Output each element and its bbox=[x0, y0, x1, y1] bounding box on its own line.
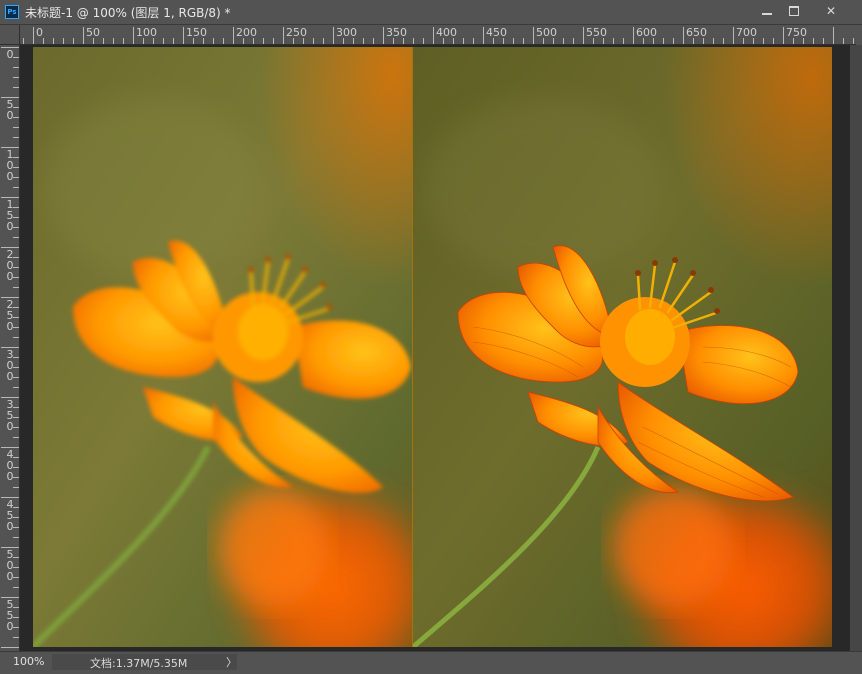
ruler-h-label: 150 bbox=[186, 26, 207, 39]
ruler-h-label: 0 bbox=[36, 26, 43, 39]
document-canvas[interactable] bbox=[33, 47, 832, 647]
ruler-v-label: 50 bbox=[6, 98, 14, 122]
ruler-h-label: 550 bbox=[586, 26, 607, 39]
ruler-origin-corner[interactable] bbox=[0, 25, 20, 45]
maximize-icon[interactable] bbox=[780, 2, 808, 20]
ruler-h-label: 450 bbox=[486, 26, 507, 39]
chevron-right-icon[interactable]: 〉 bbox=[226, 654, 237, 670]
document-info-field[interactable]: 文档:1.37M/5.35M bbox=[52, 654, 237, 670]
photo-blurred-flower bbox=[33, 47, 412, 647]
ruler-v-label: 150 bbox=[6, 198, 14, 233]
flower-photo-right bbox=[413, 47, 832, 647]
close-icon[interactable]: ✕ bbox=[817, 2, 845, 20]
zoom-level-field[interactable]: 100% bbox=[13, 655, 44, 668]
ruler-h-label: 650 bbox=[686, 26, 707, 39]
document-size-text: 文档:1.37M/5.35M bbox=[90, 657, 188, 670]
ruler-h-label: 500 bbox=[536, 26, 557, 39]
title-bar[interactable]: Ps 未标题-1 @ 100% (图层 1, RGB/8) * ✕ bbox=[0, 0, 862, 25]
photoshop-logo-icon: Ps bbox=[5, 5, 19, 19]
ruler-v-label: 550 bbox=[6, 598, 14, 633]
ruler-v-label: 200 bbox=[6, 248, 14, 283]
ruler-v-label: 100 bbox=[6, 148, 14, 183]
ruler-v-label: 450 bbox=[6, 498, 14, 533]
horizontal-ruler[interactable]: 0 50 100 150 200 250 300 350 400 450 500 550 600 650 7… bbox=[20, 25, 856, 45]
photoshop-document-window: Ps 未标题-1 @ 100% (图层 1, RGB/8) * ✕ 0 50 100… bbox=[0, 0, 862, 674]
flower-photo-left bbox=[33, 47, 412, 647]
ruler-h-label: 750 bbox=[786, 26, 807, 39]
vertical-scrollbar[interactable] bbox=[850, 45, 862, 651]
document-title: 未标题-1 @ 100% (图层 1, RGB/8) * bbox=[25, 6, 231, 20]
photo-sharpened-flower bbox=[413, 47, 832, 647]
ruler-h-label: 300 bbox=[336, 26, 357, 39]
minimize-icon[interactable] bbox=[753, 2, 781, 20]
vertical-ruler[interactable]: 0 50 100 150 200 250 300 350 400 450 500 550 bbox=[0, 45, 20, 651]
ruler-h-label: 50 bbox=[86, 26, 100, 39]
ruler-h-label: 350 bbox=[386, 26, 407, 39]
ruler-v-label: 350 bbox=[6, 398, 14, 433]
ruler-v-label: 500 bbox=[6, 548, 14, 583]
ruler-h-label: 700 bbox=[736, 26, 757, 39]
status-bar: 100% 文档:1.37M/5.35M 〉 bbox=[0, 651, 862, 674]
ruler-h-label: 250 bbox=[286, 26, 307, 39]
ruler-h-label: 100 bbox=[136, 26, 157, 39]
ruler-v-label: 400 bbox=[6, 448, 14, 483]
ruler-v-label: 300 bbox=[6, 348, 14, 383]
ruler-h-label: 600 bbox=[636, 26, 657, 39]
ruler-h-label: 400 bbox=[436, 26, 457, 39]
ruler-v-label: 0 bbox=[6, 48, 14, 61]
ruler-h-label: 200 bbox=[236, 26, 257, 39]
ruler-v-label: 250 bbox=[6, 298, 14, 333]
